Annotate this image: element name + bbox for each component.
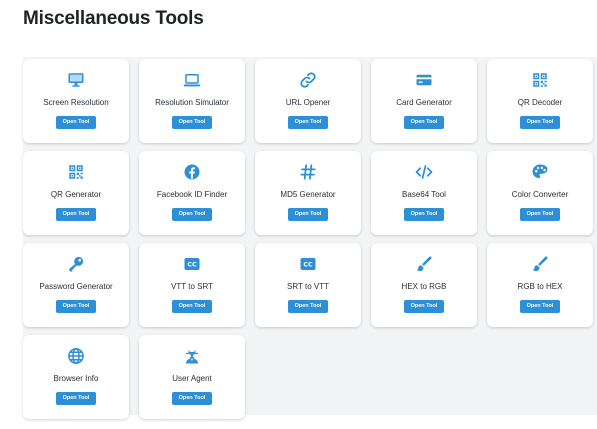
page: Miscellaneous Tools Screen Resolution Ope… xyxy=(0,0,597,429)
open-tool-button-srt-to-vtt[interactable]: Open Tool xyxy=(288,300,328,313)
monitor-icon xyxy=(67,71,85,89)
tool-card-qr-generator: QR Generator Open Tool xyxy=(23,151,129,235)
user-secret-icon xyxy=(183,347,201,365)
open-tool-button-rgb-to-hex[interactable]: Open Tool xyxy=(520,300,560,313)
open-tool-button-password-generator[interactable]: Open Tool xyxy=(56,300,96,313)
tool-label: URL Opener xyxy=(285,98,331,107)
tool-card-md5-generator: MD5 Generator Open Tool xyxy=(255,151,361,235)
tools-grid: Screen Resolution Open Tool Resolution Sim… xyxy=(23,59,593,419)
qrcode-icon xyxy=(67,163,85,181)
facebook-icon xyxy=(183,163,201,181)
tool-card-resolution-simulator: Resolution Simulator Open Tool xyxy=(139,59,245,143)
tool-label: HEX to RGB xyxy=(401,282,447,291)
tool-card-hex-to-rgb: HEX to RGB Open Tool xyxy=(371,243,477,327)
open-tool-button-vtt-to-srt[interactable]: Open Tool xyxy=(172,300,212,313)
open-tool-button-url-opener[interactable]: Open Tool xyxy=(288,116,328,129)
key-icon xyxy=(67,255,85,273)
open-tool-button-md5-generator[interactable]: Open Tool xyxy=(288,208,328,221)
tool-card-color-converter: Color Converter Open Tool xyxy=(487,151,593,235)
tool-label: SRT to VTT xyxy=(287,282,329,291)
tool-card-password-generator: Password Generator Open Tool xyxy=(23,243,129,327)
svg-text:CC: CC xyxy=(303,261,313,269)
laptop-icon xyxy=(183,71,201,89)
tool-label: User Agent xyxy=(172,374,212,383)
tool-label: Resolution Simulator xyxy=(155,98,229,107)
tool-card-facebook-id-finder: Facebook ID Finder Open Tool xyxy=(139,151,245,235)
open-tool-button-browser-info[interactable]: Open Tool xyxy=(56,392,96,405)
tool-card-url-opener: URL Opener Open Tool xyxy=(255,59,361,143)
tool-card-qr-decoder: QR Decoder Open Tool xyxy=(487,59,593,143)
tool-label: VTT to SRT xyxy=(171,282,213,291)
closed-captions-icon: CC xyxy=(183,255,201,273)
code-icon xyxy=(415,163,433,181)
tool-card-base64-tool: Base64 Tool Open Tool xyxy=(371,151,477,235)
tool-label: RGB to HEX xyxy=(517,282,563,291)
open-tool-button-qr-decoder[interactable]: Open Tool xyxy=(520,116,560,129)
tool-label: MD5 Generator xyxy=(280,190,336,199)
open-tool-button-resolution-simulator[interactable]: Open Tool xyxy=(172,116,212,129)
tool-label: QR Decoder xyxy=(517,98,563,107)
tool-card-vtt-to-srt: CC VTT to SRT Open Tool xyxy=(139,243,245,327)
tool-card-card-generator: Card Generator Open Tool xyxy=(371,59,477,143)
closed-captions-icon: CC xyxy=(299,255,317,273)
paintbrush-icon xyxy=(531,255,549,273)
open-tool-button-hex-to-rgb[interactable]: Open Tool xyxy=(404,300,444,313)
tool-card-browser-info: Browser Info Open Tool xyxy=(23,335,129,419)
open-tool-button-qr-generator[interactable]: Open Tool xyxy=(56,208,96,221)
tool-label: Base64 Tool xyxy=(402,190,446,199)
tool-card-rgb-to-hex: RGB to HEX Open Tool xyxy=(487,243,593,327)
tool-card-srt-to-vtt: CC SRT to VTT Open Tool xyxy=(255,243,361,327)
tool-label: Facebook ID Finder xyxy=(156,190,228,199)
qrcode-icon xyxy=(531,71,549,89)
tool-card-screen-resolution: Screen Resolution Open Tool xyxy=(23,59,129,143)
palette-icon xyxy=(531,163,549,181)
open-tool-button-card-generator[interactable]: Open Tool xyxy=(404,116,444,129)
tool-label: QR Generator xyxy=(50,190,102,199)
open-tool-button-user-agent[interactable]: Open Tool xyxy=(172,392,212,405)
open-tool-button-base64-tool[interactable]: Open Tool xyxy=(404,208,444,221)
paintbrush-icon xyxy=(415,255,433,273)
globe-icon xyxy=(67,347,85,365)
tool-label: Color Converter xyxy=(511,190,569,199)
open-tool-button-color-converter[interactable]: Open Tool xyxy=(520,208,560,221)
tool-label: Screen Resolution xyxy=(43,98,109,107)
tool-label: Browser Info xyxy=(53,374,99,383)
hashtag-icon xyxy=(299,163,317,181)
page-title: Miscellaneous Tools xyxy=(23,8,204,29)
tool-label: Password Generator xyxy=(39,282,113,291)
tool-label: Card Generator xyxy=(396,98,452,107)
open-tool-button-screen-resolution[interactable]: Open Tool xyxy=(56,116,96,129)
tool-card-user-agent: User Agent Open Tool xyxy=(139,335,245,419)
link-icon xyxy=(299,71,317,89)
credit-card-icon xyxy=(415,71,433,89)
svg-text:CC: CC xyxy=(187,261,197,269)
open-tool-button-facebook-id-finder[interactable]: Open Tool xyxy=(172,208,212,221)
